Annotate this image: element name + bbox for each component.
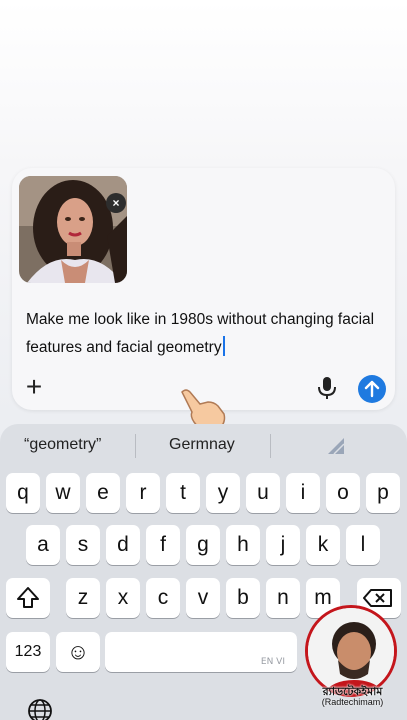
key-p[interactable]: p	[366, 473, 400, 513]
prompt-input[interactable]: Make me look like in 1980s without chang…	[26, 306, 376, 362]
key-t[interactable]: t	[166, 473, 200, 513]
key-l[interactable]: l	[346, 525, 380, 565]
key-a[interactable]: a	[26, 525, 60, 565]
key-q[interactable]: q	[6, 473, 40, 513]
globe-icon[interactable]	[27, 698, 53, 720]
key-g[interactable]: g	[186, 525, 220, 565]
prompt-text: Make me look like in 1980s without chang…	[26, 311, 375, 356]
key-f[interactable]: f	[146, 525, 180, 565]
key-v[interactable]: v	[186, 578, 220, 618]
send-button[interactable]	[358, 375, 386, 403]
key-o[interactable]: o	[326, 473, 360, 513]
suggestion-geometry[interactable]: “geometry”	[24, 436, 101, 454]
message-composer: × Make me look like in 1980s without cha…	[12, 168, 395, 410]
key-s[interactable]: s	[66, 525, 100, 565]
key-y[interactable]: y	[206, 473, 240, 513]
remove-attachment-button[interactable]: ×	[106, 193, 126, 213]
key-j[interactable]: j	[266, 525, 300, 565]
key-r[interactable]: r	[126, 473, 160, 513]
text-caret	[222, 336, 225, 356]
key-c[interactable]: c	[146, 578, 180, 618]
ruler-triangle-icon[interactable]	[326, 436, 348, 456]
microphone-button[interactable]	[317, 376, 337, 400]
add-attachment-button[interactable]: +	[22, 373, 46, 401]
key-i[interactable]: i	[286, 473, 320, 513]
microphone-icon	[318, 377, 336, 399]
key-x[interactable]: x	[106, 578, 140, 618]
attached-photo	[19, 176, 127, 283]
shift-key[interactable]	[6, 578, 50, 618]
emoji-key[interactable]: ☺	[56, 632, 100, 672]
numbers-key[interactable]: 123	[6, 632, 50, 672]
suggestion-divider	[270, 434, 271, 458]
suggestion-germnay[interactable]: Germnay	[169, 436, 235, 454]
channel-handle-text: (Radtechimam)	[321, 697, 384, 707]
space-language-label: EN VI	[260, 657, 285, 667]
arrow-up-icon	[364, 380, 380, 398]
key-e[interactable]: e	[86, 473, 120, 513]
attached-photo-thumbnail[interactable]: ×	[19, 176, 127, 283]
shift-arrow-icon	[17, 587, 39, 608]
key-d[interactable]: d	[106, 525, 140, 565]
key-k[interactable]: k	[306, 525, 340, 565]
key-u[interactable]: u	[246, 473, 280, 513]
suggestion-divider	[135, 434, 136, 458]
key-b[interactable]: b	[226, 578, 260, 618]
key-w[interactable]: w	[46, 473, 80, 513]
key-z[interactable]: z	[66, 578, 100, 618]
space-bar[interactable]: EN VI	[105, 632, 297, 672]
key-h[interactable]: h	[226, 525, 260, 565]
key-n[interactable]: n	[266, 578, 300, 618]
